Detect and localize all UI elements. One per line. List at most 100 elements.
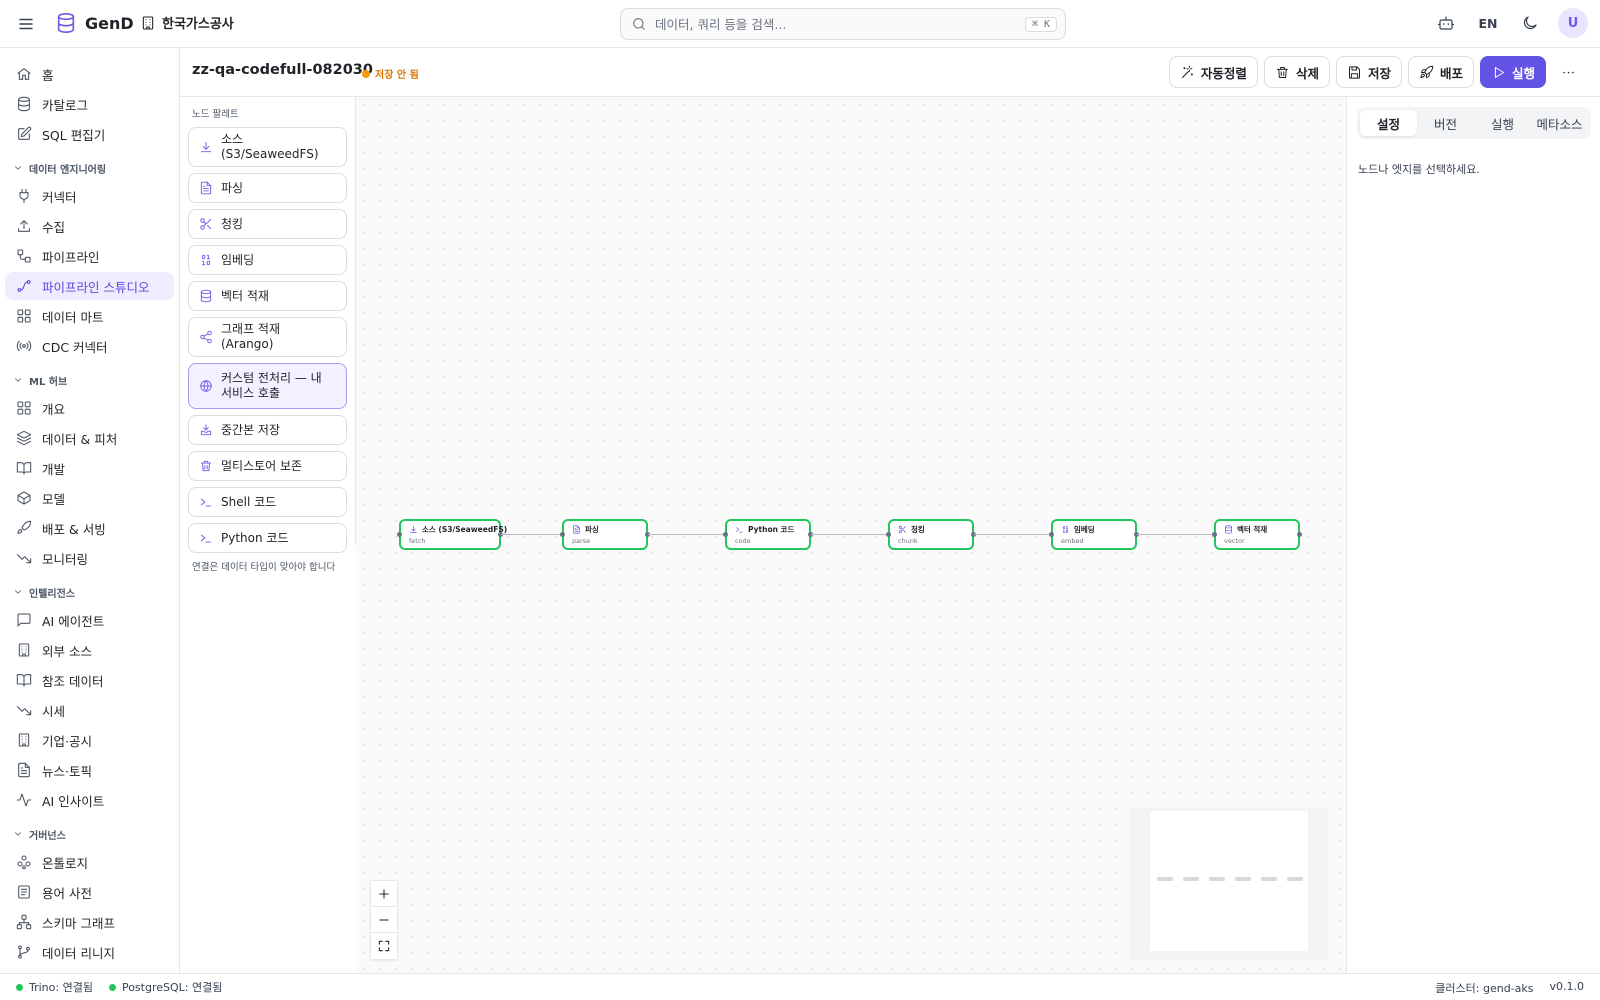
node-input-handle[interactable]	[560, 532, 565, 537]
zoom-out-button[interactable]	[371, 907, 397, 933]
sidebar-item[interactable]: 외부 소스	[5, 636, 174, 664]
sidebar-item[interactable]: AI 에이전트	[5, 606, 174, 634]
more-button[interactable]	[1552, 56, 1584, 88]
sidebar-item[interactable]: SQL 편집기	[5, 120, 174, 148]
inspector-tab[interactable]: 버전	[1417, 110, 1474, 136]
palette-item[interactable]: 청킹	[188, 209, 347, 239]
sidebar-item[interactable]: CDC 커넥터	[5, 332, 174, 360]
sidebar-section-header[interactable]: 인텔리전스	[0, 580, 179, 604]
pipeline-title[interactable]: zz-qa-codefull-082030	[192, 62, 373, 78]
node-input-handle[interactable]	[886, 532, 891, 537]
sidebar-item[interactable]: 데이터 & 피처	[5, 424, 174, 452]
sidebar-section-header[interactable]: 거버넌스	[0, 822, 179, 846]
zoom-controls	[370, 880, 398, 960]
delete-button[interactable]: 삭제	[1263, 56, 1330, 88]
fit-view-button[interactable]	[371, 933, 397, 959]
minimap-viewport[interactable]	[1150, 811, 1308, 951]
deploy-button[interactable]: 배포	[1407, 56, 1474, 88]
sidebar-item[interactable]: 데이터 마트	[5, 302, 174, 330]
inspector-tab[interactable]: 설정	[1360, 110, 1417, 136]
pipeline-node[interactable]: 파싱 parse	[560, 519, 650, 550]
bot-icon[interactable]	[1432, 9, 1460, 37]
pipeline-node[interactable]: 벡터 적재 vector	[1212, 519, 1302, 550]
node-input-handle[interactable]	[1049, 532, 1054, 537]
sidebar-item[interactable]: 참조 데이터	[5, 666, 174, 694]
pipeline-node[interactable]: Python 코드 code	[723, 519, 813, 550]
language-toggle[interactable]: EN	[1474, 9, 1502, 37]
play-icon	[1491, 65, 1506, 80]
palette-item[interactable]: 소스 (S3/SeaweedFS)	[188, 127, 347, 167]
sidebar-item-label: 외부 소스	[42, 643, 92, 659]
minimap[interactable]	[1130, 808, 1328, 960]
inspector-tab[interactable]: 실행	[1474, 110, 1531, 136]
branch-icon	[16, 944, 32, 960]
radio-icon	[16, 338, 32, 354]
sidebar-item[interactable]: 데이터 리니지	[5, 938, 174, 966]
palette-item[interactable]: 임베딩	[188, 245, 347, 275]
sidebar-item[interactable]: 파이프라인	[5, 242, 174, 270]
menu-icon[interactable]	[16, 14, 36, 34]
palette-item-label: 임베딩	[221, 252, 255, 267]
sidebar-item[interactable]: 커넥터	[5, 182, 174, 210]
palette-item[interactable]: Shell 코드	[188, 487, 347, 517]
run-button[interactable]: 실행	[1479, 56, 1546, 88]
grid-icon	[16, 308, 32, 324]
sidebar-item-label: 스키마 그래프	[42, 915, 115, 931]
inspector-tab[interactable]: 메타소스	[1531, 110, 1588, 136]
node-output-handle[interactable]	[1297, 532, 1302, 537]
palette-item[interactable]: 벡터 적재	[188, 281, 347, 311]
pipeline-edge[interactable]	[974, 534, 1051, 535]
node-input-handle[interactable]	[1212, 532, 1217, 537]
node-input-handle[interactable]	[397, 532, 402, 537]
search-input[interactable]	[655, 16, 1025, 32]
sidebar-item[interactable]: 뉴스·토픽	[5, 756, 174, 784]
zoom-in-button[interactable]	[371, 881, 397, 907]
palette-item[interactable]: 멀티스토어 보존	[188, 451, 347, 481]
sidebar-item[interactable]: 모델	[5, 484, 174, 512]
inspector-empty-hint: 노드나 엣지를 선택하세요.	[1358, 163, 1480, 176]
search-bar[interactable]: ⌘ K	[620, 8, 1066, 40]
sidebar-item[interactable]: 배포 & 서빙	[5, 514, 174, 542]
sidebar-section-header[interactable]: 데이터 엔지니어링	[0, 156, 179, 180]
sidebar-item[interactable]: 수집	[5, 212, 174, 240]
sidebar-item[interactable]: 파이프라인 스튜디오	[5, 272, 174, 300]
sidebar-item[interactable]: 기업·공시	[5, 726, 174, 754]
moon-icon[interactable]	[1516, 9, 1544, 37]
sidebar-item[interactable]: 홈	[5, 60, 174, 88]
pipeline-node[interactable]: 청킹 chunk	[886, 519, 976, 550]
pipeline-edge[interactable]	[1137, 534, 1214, 535]
brand[interactable]: GenD	[55, 12, 134, 34]
node-input-handle[interactable]	[723, 532, 728, 537]
avatar[interactable]: U	[1558, 8, 1588, 38]
pipeline-edge[interactable]	[811, 534, 888, 535]
pipeline-node[interactable]: 임베딩 embed	[1049, 519, 1139, 550]
sidebar-item[interactable]: 개발	[5, 454, 174, 482]
palette-item-label: 벡터 적재	[221, 288, 269, 303]
sidebar-item[interactable]: 시세	[5, 696, 174, 724]
sidebar-item[interactable]: 스키마 그래프	[5, 908, 174, 936]
cluster-icon	[16, 854, 32, 870]
palette-item[interactable]: Python 코드	[188, 523, 347, 553]
sidebar-section-header[interactable]: ML 허브	[0, 368, 179, 392]
globe-icon	[199, 379, 213, 393]
toolbar: 자동정렬 삭제 저장 배포 실행	[1168, 56, 1584, 88]
sidebar-item[interactable]: 온톨로지	[5, 848, 174, 876]
palette-item[interactable]: 중간본 저장	[188, 415, 347, 445]
org-selector[interactable]: 한국가스공사	[140, 13, 234, 32]
pipeline-edge[interactable]	[648, 534, 725, 535]
sidebar-item[interactable]: 개요	[5, 394, 174, 422]
node-type: embed	[1061, 537, 1084, 545]
pipeline-node[interactable]: 소스 (S3/SeaweedFS) fetch	[397, 519, 507, 550]
save-button[interactable]: 저장	[1335, 56, 1402, 88]
sidebar-item[interactable]: AI 인사이트	[5, 786, 174, 814]
sidebar-item[interactable]: 카탈로그	[5, 90, 174, 118]
autolayout-button[interactable]: 자동정렬	[1168, 56, 1258, 88]
sidebar-item[interactable]: 용어 사전	[5, 878, 174, 906]
postgres-status-label: PostgreSQL: 연결됨	[121, 981, 223, 994]
palette-item[interactable]: 그래프 적재 (Arango)	[188, 317, 347, 357]
sidebar-item[interactable]: 모니터링	[5, 544, 174, 572]
palette-item[interactable]: 파싱	[188, 173, 347, 203]
palette-item[interactable]: 커스텀 전처리 — 내 서비스 호출	[188, 363, 347, 409]
pipeline-canvas[interactable]: 소스 (S3/SeaweedFS) fetch 파싱 parse Python 코드 co…	[356, 97, 1346, 973]
pipeline-edge[interactable]	[501, 534, 562, 535]
